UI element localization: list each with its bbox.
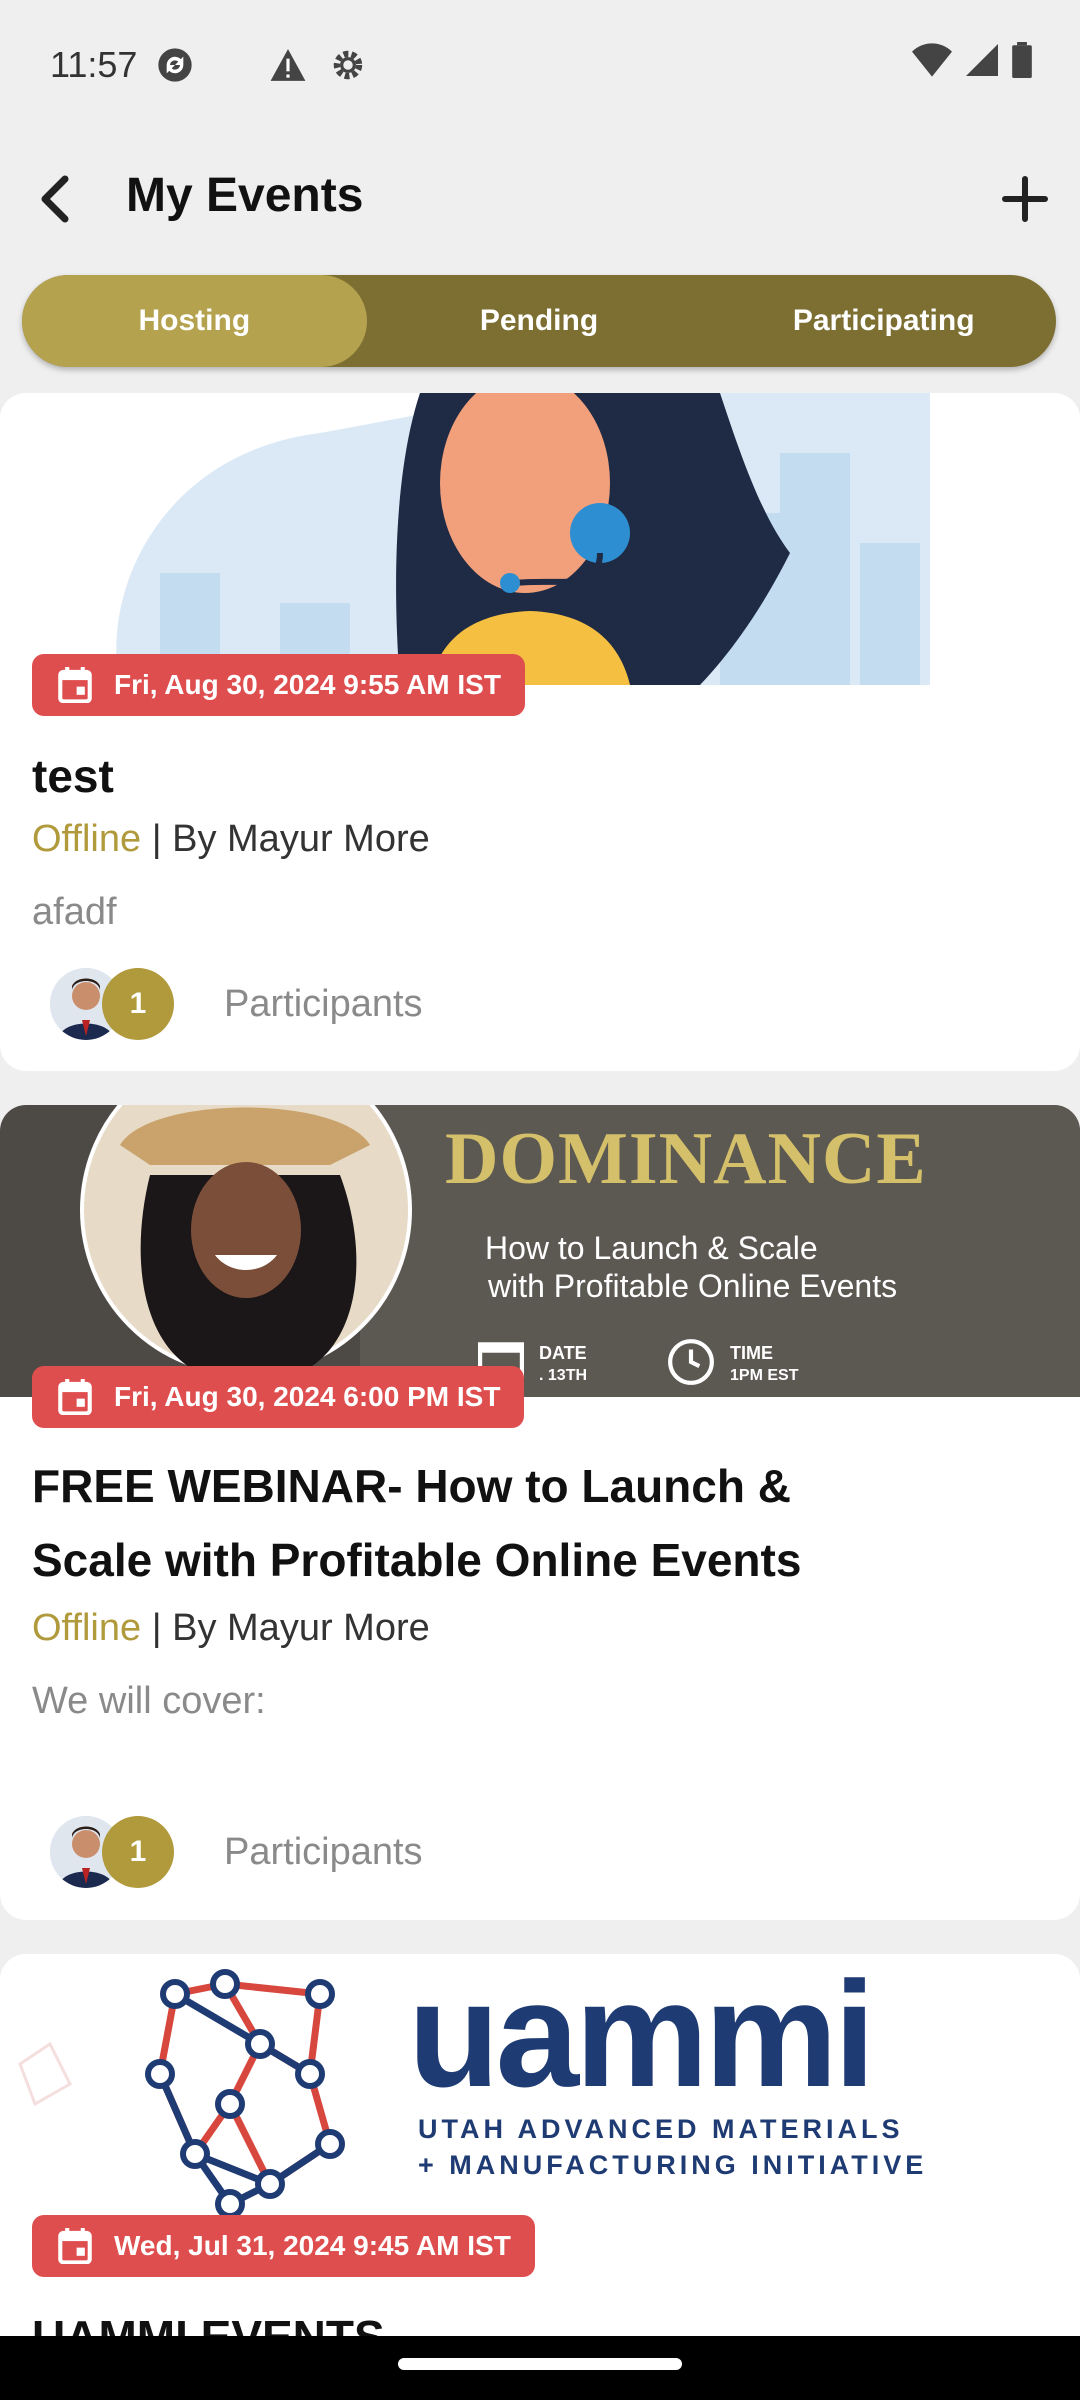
event-host: | By Mayur More	[141, 818, 430, 860]
event-datetime: Wed, Jul 31, 2024 9:45 AM IST	[114, 2230, 511, 2261]
banner-date-label: DATE	[539, 1343, 587, 1363]
event-host: | By Mayur More	[141, 1607, 430, 1649]
page-title: My Events	[126, 169, 364, 222]
banner-logo-word: uammi	[408, 1954, 875, 2118]
event-meta: Offline | By Mayur More	[32, 818, 430, 861]
participants-row[interactable]: 1 Participants	[50, 1812, 423, 1892]
back-button[interactable]	[20, 164, 90, 234]
event-date-chip: Wed, Jul 31, 2024 9:45 AM IST	[32, 2215, 535, 2277]
banner-headline: DOMINANCE	[445, 1118, 927, 1200]
calendar-icon	[58, 2228, 92, 2264]
tab-pending[interactable]: Pending	[367, 275, 712, 367]
event-date-chip: Fri, Aug 30, 2024 6:00 PM IST	[32, 1366, 525, 1428]
system-nav-bar	[0, 2336, 1080, 2400]
event-date-chip: Fri, Aug 30, 2024 9:55 AM IST	[32, 654, 525, 716]
participants-row[interactable]: 1 Participants	[50, 964, 423, 1044]
event-card[interactable]: Fri, Aug 30, 2024 9:55 AM IST test Offli…	[0, 393, 1080, 1071]
event-description: We will cover:	[32, 1680, 266, 1722]
calendar-icon	[58, 667, 92, 703]
event-title: FREE WEBINAR- How to Launch & Scale with…	[32, 1449, 801, 1597]
settings-icon	[334, 50, 363, 80]
tab-hosting[interactable]: Hosting	[22, 275, 367, 367]
event-banner-image: DOMINANCE How to Launch & Scale with Pro…	[0, 1105, 1080, 1397]
plus-icon	[1002, 176, 1048, 222]
event-tabs: Hosting Pending Participating	[22, 275, 1056, 367]
banner-date-value: . 13TH	[539, 1367, 588, 1384]
add-event-button[interactable]	[990, 164, 1060, 234]
event-card[interactable]: DOMINANCE How to Launch & Scale with Pro…	[0, 1105, 1080, 1920]
home-gesture-handle[interactable]	[398, 2358, 682, 2370]
event-datetime: Fri, Aug 30, 2024 9:55 AM IST	[114, 669, 501, 700]
event-meta: Offline | By Mayur More	[32, 1607, 430, 1650]
event-mode: Offline	[32, 1607, 142, 1649]
event-title: test	[32, 750, 114, 802]
status-system-icons	[912, 42, 1032, 78]
banner-time-label: TIME	[730, 1343, 773, 1363]
event-banner-image: uammi UTAH ADVANCED MATERIALS + MANUFACT…	[0, 1954, 1080, 2246]
event-banner-image	[0, 393, 1080, 685]
battery-icon	[1012, 42, 1032, 78]
banner-line-1: How to Launch & Scale	[485, 1230, 818, 1266]
warning-icon	[271, 49, 306, 81]
event-title-line-1: FREE WEBINAR- How to Launch &	[32, 1460, 791, 1512]
clock-icon	[668, 1339, 714, 1385]
app-bar: My Events	[0, 150, 1080, 245]
event-mode: Offline	[32, 818, 142, 860]
event-datetime: Fri, Aug 30, 2024 6:00 PM IST	[114, 1381, 501, 1412]
back-arrow-icon	[41, 175, 69, 223]
participant-count-badge: 1	[102, 1816, 174, 1888]
status-notification-icons	[155, 45, 367, 85]
status-time: 11:57	[50, 44, 138, 85]
banner-line-2: with Profitable Online Events	[488, 1268, 898, 1304]
status-bar: 11:57	[0, 0, 1080, 130]
calendar-icon	[58, 1379, 92, 1415]
wifi-icon	[912, 43, 952, 77]
event-description: afadf	[32, 891, 117, 933]
event-card[interactable]: uammi UTAH ADVANCED MATERIALS + MANUFACT…	[0, 1954, 1080, 2374]
event-title-line-2: Scale with Profitable Online Events	[32, 1534, 802, 1586]
participants-label: Participants	[224, 1830, 423, 1873]
participants-label: Participants	[224, 982, 423, 1025]
tab-participating[interactable]: Participating	[711, 275, 1056, 367]
banner-tagline-1: UTAH ADVANCED MATERIALS	[418, 2114, 904, 2144]
signal-icon	[966, 44, 998, 76]
participant-count-badge: 1	[102, 968, 174, 1040]
sync-icon	[158, 48, 193, 82]
banner-tagline-2: + MANUFACTURING INITIATIVE	[418, 2150, 928, 2180]
banner-time-value: 1PM EST	[730, 1367, 799, 1384]
